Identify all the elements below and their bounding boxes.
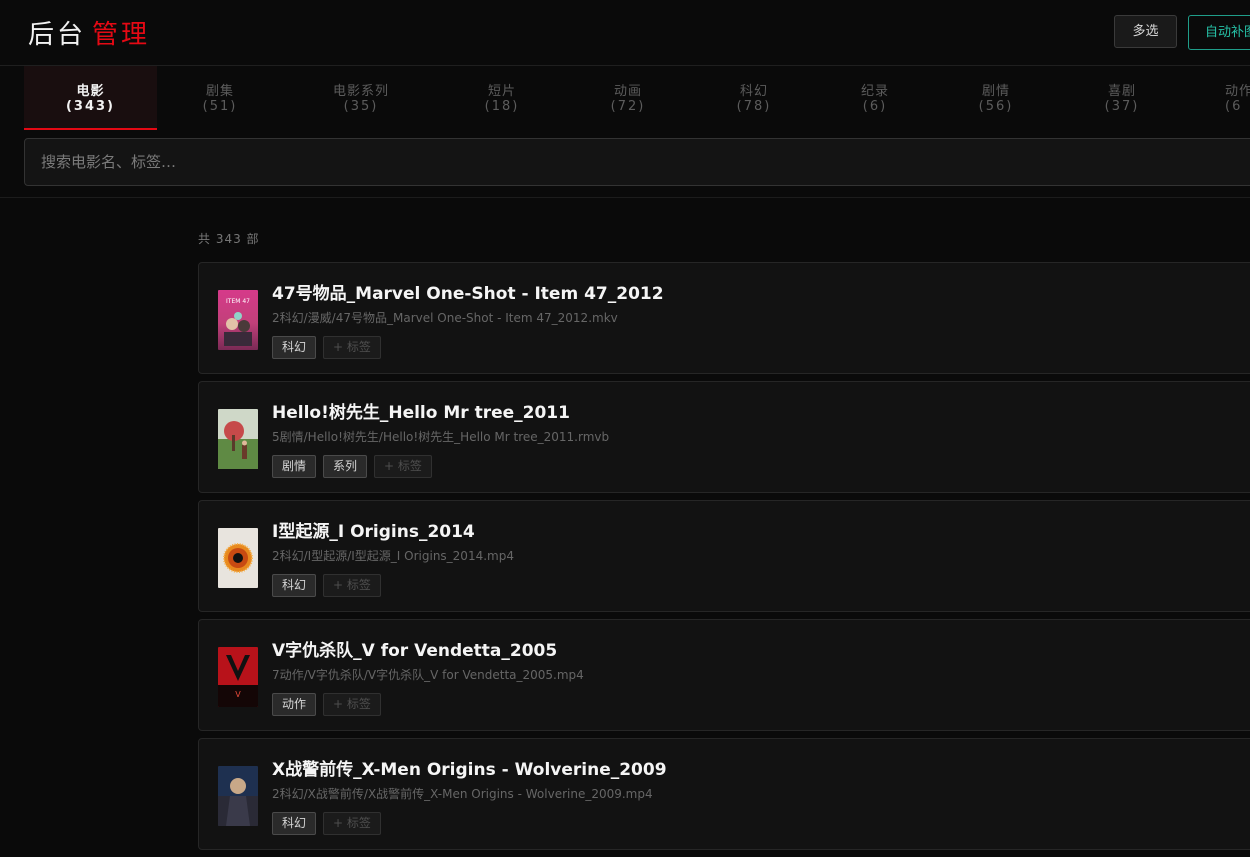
tab-count: (72) xyxy=(610,99,646,114)
tab-label: 电影系列 xyxy=(332,84,389,99)
divider xyxy=(0,197,1250,198)
tag-chip[interactable]: 科幻 xyxy=(272,574,317,597)
poster-text: ITEM 47 xyxy=(226,298,250,305)
tab-count: (6) xyxy=(862,99,888,114)
tab-label: 剧情 xyxy=(981,84,1010,99)
tag-list: 剧情 系列 + 标签 xyxy=(272,455,432,478)
movie-path: 2科幻/X战警前传/X战警前传_X-Men Origins - Wolverin… xyxy=(272,787,653,801)
tag-chip[interactable]: 剧情 xyxy=(272,455,317,478)
tab-count: (78) xyxy=(736,99,772,114)
movie-title: I型起源_I Origins_2014 xyxy=(272,522,475,542)
add-tag-button[interactable]: + 标签 xyxy=(323,336,381,359)
tab-label: 电影 xyxy=(76,84,105,99)
add-tag-button[interactable]: + 标签 xyxy=(323,693,381,716)
movie-title: 47号物品_Marvel One-Shot - Item 47_2012 xyxy=(272,284,664,304)
movie-title: Hello!树先生_Hello Mr tree_2011 xyxy=(272,403,570,423)
movie-poster: V xyxy=(218,647,258,707)
tab-movie[interactable]: 电影 (343) xyxy=(24,66,157,130)
tab-count: (343) xyxy=(65,99,116,114)
auto-fill-button[interactable]: 自动补图 xyxy=(1188,15,1250,50)
tag-chip[interactable]: 动作 xyxy=(272,693,317,716)
add-tag-button[interactable]: + 标签 xyxy=(323,812,381,835)
movie-title: X战警前传_X-Men Origins - Wolverine_2009 xyxy=(272,760,667,780)
movie-card[interactable]: X战警前传_X-Men Origins - Wolverine_2009 2科幻… xyxy=(198,738,1250,850)
tab-label: 动画 xyxy=(613,84,642,99)
movie-card[interactable]: Hello!树先生_Hello Mr tree_2011 5剧情/Hello!树… xyxy=(198,381,1250,493)
movie-poster xyxy=(218,766,258,826)
movie-path: 5剧情/Hello!树先生/Hello!树先生_Hello Mr tree_20… xyxy=(272,430,610,444)
tab-count: (6 xyxy=(1225,99,1243,114)
movie-poster xyxy=(218,528,258,588)
tab-action[interactable]: 动作 (6 xyxy=(1225,66,1250,128)
movie-title: V字仇杀队_V for Vendetta_2005 xyxy=(272,641,558,661)
movie-list: ITEM 47 47号物品_Marvel One-Shot - Item 47_… xyxy=(198,262,1250,857)
movie-card[interactable]: V V字仇杀队_V for Vendetta_2005 7动作/V字仇杀队/V字… xyxy=(198,619,1250,731)
tab-animation[interactable]: 动画 (72) xyxy=(578,66,678,128)
movie-path: 2科幻/I型起源/I型起源_I Origins_2014.mp4 xyxy=(272,549,514,563)
tab-label: 剧集 xyxy=(205,84,234,99)
tag-list: 科幻 + 标签 xyxy=(272,336,381,359)
movie-card[interactable]: ITEM 47 47号物品_Marvel One-Shot - Item 47_… xyxy=(198,262,1250,374)
tab-documentary[interactable]: 纪录 (6) xyxy=(825,66,925,128)
tag-list: 动作 + 标签 xyxy=(272,693,381,716)
tab-label: 短片 xyxy=(487,84,516,99)
tag-chip[interactable]: 系列 xyxy=(323,455,368,478)
movie-poster xyxy=(218,409,258,469)
movie-card[interactable]: I型起源_I Origins_2014 2科幻/I型起源/I型起源_I Orig… xyxy=(198,500,1250,612)
header: 后台管理 多选 自动补图 xyxy=(0,0,1250,66)
total-count: 共 343 部 xyxy=(198,232,260,246)
tab-scifi[interactable]: 科幻 (78) xyxy=(704,66,804,128)
tab-count: (51) xyxy=(202,99,238,114)
tab-count: (37) xyxy=(1104,99,1140,114)
tab-count: (18) xyxy=(484,99,520,114)
tab-label: 动作 xyxy=(1225,84,1250,99)
tab-label: 科幻 xyxy=(739,84,768,99)
logo-accent: 管理 xyxy=(92,20,151,50)
multi-select-button[interactable]: 多选 xyxy=(1114,15,1177,48)
poster-text: V xyxy=(235,690,241,699)
category-tabs: 电影 (343) 剧集 (51) 电影系列 (35) 短片 (18) 动画 (7… xyxy=(0,66,1250,130)
tab-count: (56) xyxy=(978,99,1014,114)
tag-chip[interactable]: 科幻 xyxy=(272,336,317,359)
search-input[interactable] xyxy=(25,139,1250,185)
tab-series[interactable]: 剧集 (51) xyxy=(170,66,270,128)
app-logo: 后台 管理 xyxy=(28,14,150,51)
tab-label: 纪录 xyxy=(860,84,889,99)
tag-chip[interactable]: 科幻 xyxy=(272,812,317,835)
search-box xyxy=(24,138,1250,186)
tab-label: 喜剧 xyxy=(1107,84,1136,99)
tab-drama[interactable]: 剧情 (56) xyxy=(946,66,1046,128)
tag-list: 科幻 + 标签 xyxy=(272,812,381,835)
logo-main: 后台 xyxy=(28,20,87,50)
tab-count: (35) xyxy=(343,99,379,114)
tab-short[interactable]: 短片 (18) xyxy=(452,66,552,128)
tab-movie-series[interactable]: 电影系列 (35) xyxy=(306,66,416,128)
add-tag-button[interactable]: + 标签 xyxy=(374,455,432,478)
movie-poster: ITEM 47 xyxy=(218,290,258,350)
tab-comedy[interactable]: 喜剧 (37) xyxy=(1072,66,1172,128)
movie-path: 7动作/V字仇杀队/V字仇杀队_V for Vendetta_2005.mp4 xyxy=(272,668,584,682)
movie-path: 2科幻/漫威/47号物品_Marvel One-Shot - Item 47_2… xyxy=(272,311,618,325)
add-tag-button[interactable]: + 标签 xyxy=(323,574,381,597)
tag-list: 科幻 + 标签 xyxy=(272,574,381,597)
